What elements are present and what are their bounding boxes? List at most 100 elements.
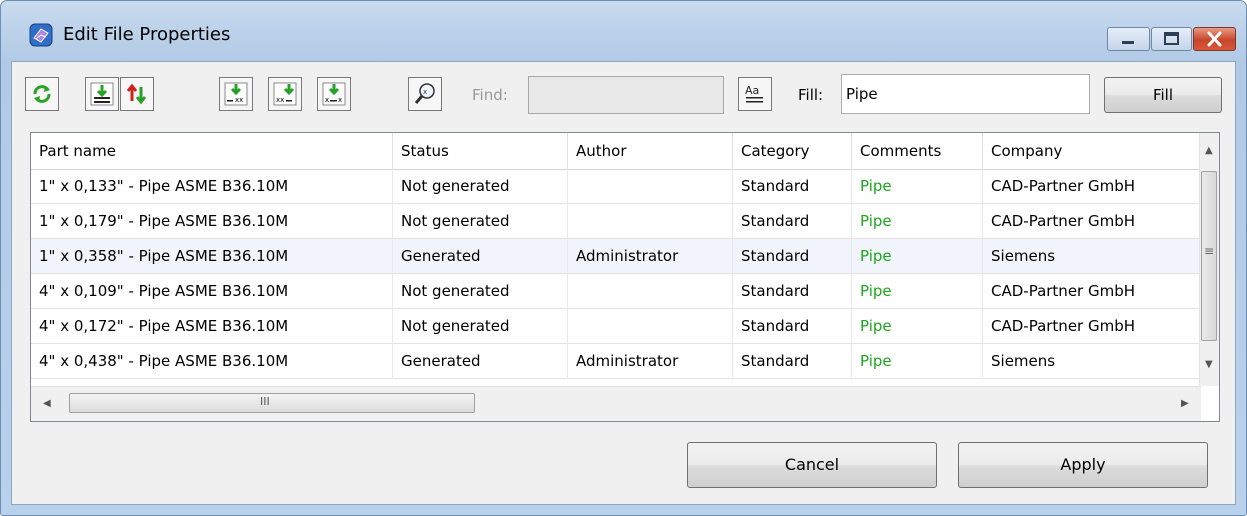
cell-company[interactable]: CAD-Partner GmbH (983, 274, 1201, 309)
vertical-scrollbar[interactable]: ▲ ≡ ▼ (1199, 133, 1219, 386)
cell-comments[interactable]: Pipe (852, 344, 983, 379)
cell-status[interactable]: Not generated (393, 169, 568, 204)
fill-button[interactable]: Fill (1104, 77, 1222, 113)
cell-status[interactable]: Not generated (393, 309, 568, 344)
cell-part-name[interactable]: 4" x 0,172" - Pipe ASME B36.10M (31, 309, 393, 344)
edit-file-properties-window: Edit File Properties xx xx xx x Find: Aa… (0, 0, 1247, 516)
horizontal-scrollbar[interactable]: ◀ III ▶ (31, 386, 1201, 421)
close-button[interactable] (1193, 27, 1236, 51)
cell-status[interactable]: Generated (393, 239, 568, 274)
table-row[interactable]: 1" x 0,358" - Pipe ASME B36.10M Generate… (31, 239, 1201, 274)
maximize-button[interactable] (1151, 27, 1192, 51)
cell-author[interactable]: Administrator (568, 239, 733, 274)
vertical-scroll-thumb[interactable]: ≡ (1201, 171, 1217, 341)
column-header-company[interactable]: Company (983, 133, 1201, 169)
cancel-button[interactable]: Cancel (687, 442, 937, 488)
refresh-button[interactable] (25, 77, 59, 111)
cell-category[interactable]: Standard (733, 274, 852, 309)
column-header-comments[interactable]: Comments (852, 133, 983, 169)
svg-text:x: x (325, 96, 329, 104)
find-input[interactable] (528, 76, 724, 114)
cell-comments[interactable]: Pipe (852, 274, 983, 309)
cell-part-name[interactable]: 1" x 0,133" - Pipe ASME B36.10M (31, 169, 393, 204)
fill-down-prefix-button[interactable]: xx (268, 77, 302, 111)
swap-rows-button[interactable] (120, 77, 154, 111)
fill-down-suffix-icon: xx (224, 82, 248, 106)
cell-part-name[interactable]: 1" x 0,179" - Pipe ASME B36.10M (31, 204, 393, 239)
cell-comments[interactable]: Pipe (852, 239, 983, 274)
swap-rows-icon (126, 83, 147, 105)
svg-text:x: x (338, 96, 342, 104)
cell-author[interactable] (568, 204, 733, 239)
cell-part-name[interactable]: 4" x 0,438" - Pipe ASME B36.10M (31, 344, 393, 379)
svg-text:xx: xx (235, 96, 243, 104)
column-header-category[interactable]: Category (733, 133, 852, 169)
close-icon (1207, 31, 1222, 47)
import-list-button[interactable] (85, 77, 119, 111)
cell-part-name[interactable]: 1" x 0,358" - Pipe ASME B36.10M (31, 239, 393, 274)
refresh-icon (33, 85, 51, 103)
fill-label: Fill: (798, 86, 824, 104)
cell-comments[interactable]: Pipe (852, 204, 983, 239)
cell-company[interactable]: CAD-Partner GmbH (983, 309, 1201, 344)
apply-button[interactable]: Apply (958, 442, 1208, 488)
table-row[interactable]: 4" x 0,109" - Pipe ASME B36.10M Not gene… (31, 274, 1201, 309)
find-label: Find: (472, 86, 508, 104)
magnifier-icon: x (414, 83, 435, 104)
column-header-author[interactable]: Author (568, 133, 733, 169)
cell-category[interactable]: Standard (733, 169, 852, 204)
properties-table: Part name Status Author Category Comment… (30, 132, 1220, 422)
scroll-left-arrow-icon[interactable]: ◀ (43, 398, 51, 409)
scroll-down-arrow-icon[interactable]: ▼ (1205, 359, 1213, 370)
import-list-icon (90, 82, 114, 106)
title-bar[interactable]: Edit File Properties (1, 1, 1246, 61)
cell-status[interactable]: Generated (393, 344, 568, 379)
cell-comments[interactable]: Pipe (852, 309, 983, 344)
cell-category[interactable]: Standard (733, 239, 852, 274)
table-header: Part name Status Author Category Comment… (31, 133, 1201, 170)
cell-author[interactable] (568, 274, 733, 309)
table-row[interactable]: 1" x 0,133" - Pipe ASME B36.10M Not gene… (31, 169, 1201, 204)
cell-category[interactable]: Standard (733, 204, 852, 239)
cell-author[interactable]: Administrator (568, 344, 733, 379)
scroll-grip-icon: III (260, 395, 270, 408)
cell-part-name[interactable]: 4" x 0,109" - Pipe ASME B36.10M (31, 274, 393, 309)
cell-status[interactable]: Not generated (393, 204, 568, 239)
cell-company[interactable]: Siemens (983, 344, 1201, 379)
scroll-up-arrow-icon[interactable]: ▲ (1205, 145, 1213, 156)
cell-status[interactable]: Not generated (393, 274, 568, 309)
maximize-icon (1164, 32, 1179, 45)
fill-down-prefix-icon: xx (273, 82, 297, 106)
cell-author[interactable] (568, 309, 733, 344)
case-sensitive-icon: Aa (745, 84, 763, 103)
fill-down-suffix-button[interactable]: xx (219, 77, 253, 111)
svg-text:Aa: Aa (745, 84, 759, 97)
app-icon (29, 23, 53, 47)
find-button[interactable]: x (408, 77, 442, 111)
match-case-button[interactable]: Aa (738, 77, 772, 111)
cell-comments[interactable]: Pipe (852, 169, 983, 204)
svg-text:xx: xx (276, 96, 284, 104)
fill-down-replace-icon: xx (322, 82, 346, 106)
column-header-part-name[interactable]: Part name (31, 133, 393, 169)
scroll-right-arrow-icon[interactable]: ▶ (1181, 398, 1189, 409)
cell-company[interactable]: Siemens (983, 239, 1201, 274)
table-row[interactable]: 4" x 0,438" - Pipe ASME B36.10M Generate… (31, 344, 1201, 379)
fill-input[interactable] (841, 74, 1090, 114)
column-header-status[interactable]: Status (393, 133, 568, 169)
scroll-grip-icon: ≡ (1204, 244, 1215, 258)
cell-company[interactable]: CAD-Partner GmbH (983, 169, 1201, 204)
minimize-icon (1122, 41, 1134, 44)
cell-company[interactable]: CAD-Partner GmbH (983, 204, 1201, 239)
cell-category[interactable]: Standard (733, 309, 852, 344)
dialog-body: xx xx xx x Find: Aa Fill: Fill Part name… (11, 61, 1236, 505)
fill-down-replace-button[interactable]: xx (317, 77, 351, 111)
horizontal-scroll-thumb[interactable]: III (69, 393, 475, 413)
table-row[interactable]: 4" x 0,172" - Pipe ASME B36.10M Not gene… (31, 309, 1201, 344)
window-title: Edit File Properties (63, 24, 231, 45)
cell-category[interactable]: Standard (733, 344, 852, 379)
svg-text:x: x (423, 88, 427, 96)
table-row[interactable]: 1" x 0,179" - Pipe ASME B36.10M Not gene… (31, 204, 1201, 239)
cell-author[interactable] (568, 169, 733, 204)
minimize-button[interactable] (1107, 27, 1150, 51)
